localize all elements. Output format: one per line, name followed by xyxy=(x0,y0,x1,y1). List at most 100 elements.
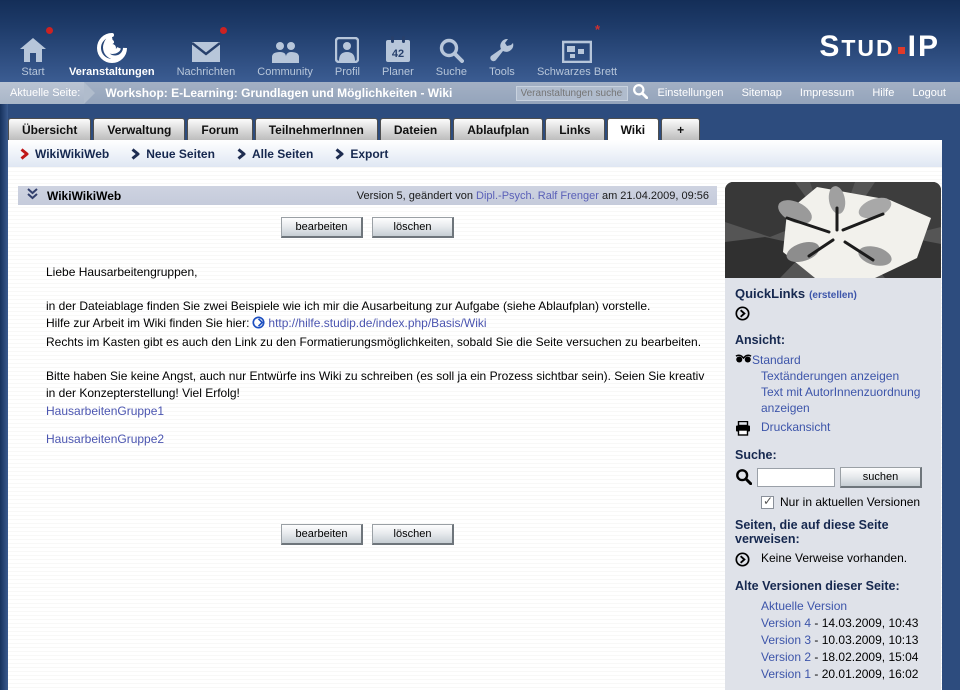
nav-label: Community xyxy=(257,66,313,78)
wiki-search-input[interactable] xyxy=(757,468,835,487)
wiki-link-gruppe1[interactable]: HausarbeitenGruppe1 xyxy=(46,404,164,418)
version-link[interactable]: Aktuelle Version xyxy=(761,598,847,615)
action-buttons-top: bearbeiten löschen xyxy=(18,217,717,238)
nav-label: Start xyxy=(21,66,44,78)
svg-text:42: 42 xyxy=(392,48,404,60)
wikinav-export[interactable]: Export xyxy=(335,147,388,161)
help-link[interactable]: http://hilfe.studip.de/index.php/Basis/W… xyxy=(268,316,486,330)
version-link[interactable]: Version 2 xyxy=(761,649,811,666)
version-date: - 18.02.2009, 15:04 xyxy=(811,650,918,664)
edit-button[interactable]: bearbeiten xyxy=(281,217,363,238)
tab-links[interactable]: Links xyxy=(545,118,604,140)
logo-part: TUD xyxy=(841,35,894,61)
tools-icon xyxy=(489,29,515,63)
wikinav-alle-seiten[interactable]: Alle Seiten xyxy=(237,147,313,161)
search-icon xyxy=(735,468,752,488)
search-icon[interactable] xyxy=(632,83,648,104)
logo-part: IP xyxy=(908,30,940,63)
home-icon xyxy=(19,29,47,63)
course-title: Workshop: E-Learning: Grundlagen und Mög… xyxy=(105,86,515,100)
quicklinks-create-link[interactable]: (erstellen) xyxy=(809,290,857,301)
view-links: Standard Textänderungen anzeigen Text mi… xyxy=(761,352,931,416)
tab-add[interactable]: + xyxy=(661,118,700,140)
backlinks-empty-row: Keine Verweise vorhanden. xyxy=(735,551,931,570)
nav-item-veranstaltungen[interactable]: Veranstaltungen xyxy=(58,29,166,78)
delete-button[interactable]: löschen xyxy=(372,524,454,545)
version-link[interactable]: Version 3 xyxy=(761,632,811,649)
link-sitemap[interactable]: Sitemap xyxy=(742,87,782,99)
nav-item-tools[interactable]: Tools xyxy=(478,29,526,78)
chevron-right-icon xyxy=(237,148,246,160)
paragraph: Bitte haben Sie keine Angst, auch nur En… xyxy=(46,368,706,402)
course-search-input[interactable] xyxy=(516,86,628,101)
nav-item-suche[interactable]: Suche xyxy=(425,29,478,78)
arrow-circle-icon[interactable] xyxy=(735,305,761,324)
wiki-content: WikiWikiWeb Version 5, geändert von Dipl… xyxy=(18,186,717,690)
tab-ablaufplan[interactable]: Ablaufplan xyxy=(453,118,543,140)
author-link[interactable]: Dipl.-Psych. Ralf Frenger xyxy=(476,190,599,202)
wikinav-wikiwikiweb[interactable]: WikiWikiWeb xyxy=(20,147,109,161)
version-row: Version 3 - 10.03.2009, 10:13 xyxy=(761,632,931,649)
courses-icon xyxy=(97,29,127,63)
nav-item-community[interactable]: Community xyxy=(246,29,324,78)
notification-dot xyxy=(220,27,227,34)
link-logout[interactable]: Logout xyxy=(912,87,946,99)
collapse-chevrons-icon[interactable] xyxy=(26,187,39,205)
studip-page: Start Veranstaltungen Nachrichten xyxy=(0,0,960,690)
wiki-link-gruppe2[interactable]: HausarbeitenGruppe2 xyxy=(46,432,164,446)
profile-icon xyxy=(335,29,359,63)
arrow-circle-icon xyxy=(735,551,761,570)
wikinav-neue-seiten[interactable]: Neue Seiten xyxy=(131,147,215,161)
nav-item-planer[interactable]: 42 Planer xyxy=(371,29,425,78)
version-link[interactable]: Version 4 xyxy=(761,615,811,632)
edit-button[interactable]: bearbeiten xyxy=(281,524,363,545)
page-left-edge xyxy=(0,104,8,690)
print-view-link[interactable]: Druckansicht xyxy=(761,420,830,434)
version-row: Version 4 - 14.03.2009, 10:43 xyxy=(761,615,931,632)
text-line: Rechts im Kasten gibt es auch den Link z… xyxy=(46,335,701,349)
wiki-sidebar: QuickLinks(erstellen) Ansicht: Standard … xyxy=(725,278,941,690)
tab-teilnehmerinnen[interactable]: TeilnehmerInnen xyxy=(255,118,378,140)
tab-wiki[interactable]: Wiki xyxy=(607,118,660,140)
link-impressum[interactable]: Impressum xyxy=(800,87,854,99)
notification-dot xyxy=(46,27,53,34)
checkbox-label: Nur in aktuellen Versionen xyxy=(780,495,920,509)
nav-label: Planer xyxy=(382,66,414,78)
link-einstellungen[interactable]: Einstellungen xyxy=(658,87,724,99)
logo-red-dot xyxy=(898,47,905,54)
utility-links: Einstellungen Sitemap Impressum Hilfe Lo… xyxy=(658,87,947,99)
tab-verwaltung[interactable]: Verwaltung xyxy=(93,118,185,140)
backlinks-empty-text: Keine Verweise vorhanden. xyxy=(761,551,907,565)
nav-label: Schwarzes Brett xyxy=(537,66,617,78)
paragraph: in der Dateiablage finden Sie zwei Beisp… xyxy=(46,298,706,351)
course-tabs: Übersicht Verwaltung Forum TeilnehmerInn… xyxy=(8,118,702,140)
tab-forum[interactable]: Forum xyxy=(187,118,252,140)
version-date: - 14.03.2009, 10:43 xyxy=(811,616,918,630)
logo-part: S xyxy=(819,30,841,63)
wiki-page-header: WikiWikiWeb Version 5, geändert von Dipl… xyxy=(18,186,717,205)
version-link[interactable]: Version 1 xyxy=(761,666,811,683)
nav-item-profil[interactable]: Profil xyxy=(324,29,371,78)
current-versions-checkbox[interactable] xyxy=(761,496,774,509)
view-standard-link[interactable]: Standard xyxy=(752,352,801,368)
nav-item-nachrichten[interactable]: Nachrichten xyxy=(166,29,247,78)
tab-uebersicht[interactable]: Übersicht xyxy=(8,118,91,140)
breadcrumb-arrow-icon xyxy=(84,82,95,104)
version-list: Aktuelle Version Version 4 - 14.03.2009,… xyxy=(761,598,931,683)
tab-dateien[interactable]: Dateien xyxy=(380,118,451,140)
link-hilfe[interactable]: Hilfe xyxy=(872,87,894,99)
quicklinks-heading: QuickLinks xyxy=(735,286,805,301)
nav-item-start[interactable]: Start xyxy=(8,29,58,78)
nav-item-schwarzes-brett[interactable]: * Schwarzes Brett xyxy=(526,29,628,78)
version-row: Version 2 - 18.02.2009, 15:04 xyxy=(761,649,931,666)
search-option-row: Nur in aktuellen Versionen xyxy=(761,495,931,509)
view-changes-link[interactable]: Textänderungen anzeigen xyxy=(761,368,899,384)
wiki-search-button[interactable]: suchen xyxy=(840,467,922,488)
action-buttons-bottom: bearbeiten löschen xyxy=(18,524,717,545)
view-authors-link[interactable]: Text mit AutorInnenzuordnung anzeigen xyxy=(761,384,931,416)
printer-icon xyxy=(735,420,761,439)
top-banner: Start Veranstaltungen Nachrichten xyxy=(0,0,960,82)
top-navigation: Start Veranstaltungen Nachrichten xyxy=(8,29,628,78)
current-page-label: Aktuelle Seite: xyxy=(0,82,84,104)
delete-button[interactable]: löschen xyxy=(372,217,454,238)
